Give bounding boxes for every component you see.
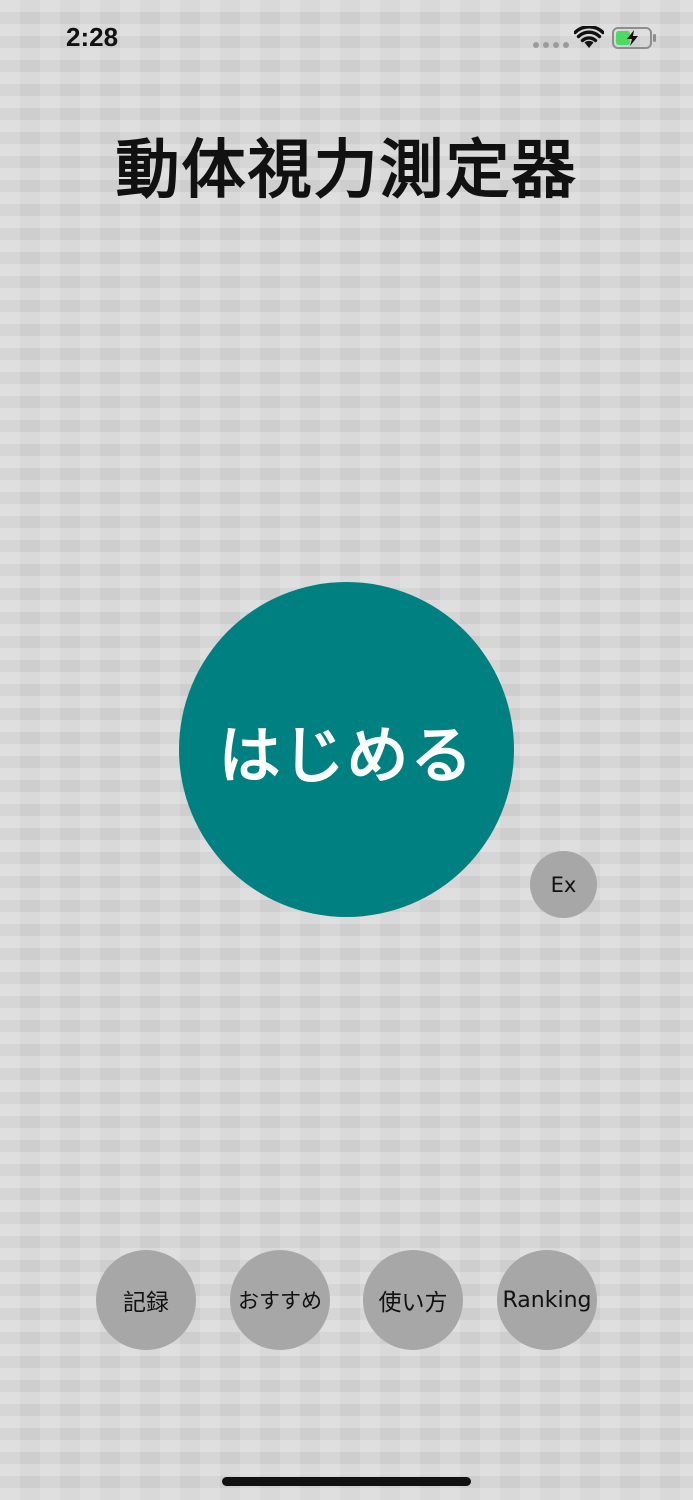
- start-button[interactable]: はじめる: [179, 582, 514, 917]
- signal-dots-icon: [533, 42, 569, 48]
- battery-charging-icon: [612, 27, 656, 49]
- app-title: 動体視力測定器: [115, 134, 578, 208]
- wifi-icon: [574, 26, 604, 48]
- recommend-button[interactable]: おすすめ: [230, 1250, 330, 1350]
- status-time: 2:28: [66, 22, 119, 52]
- status-bar: 2:28: [0, 0, 693, 80]
- how-to-button[interactable]: 使い方: [363, 1250, 463, 1350]
- home-indicator[interactable]: [222, 1477, 471, 1486]
- ex-button[interactable]: Ex: [530, 851, 597, 918]
- ranking-button[interactable]: Ranking: [497, 1250, 597, 1350]
- record-button[interactable]: 記録: [96, 1250, 196, 1350]
